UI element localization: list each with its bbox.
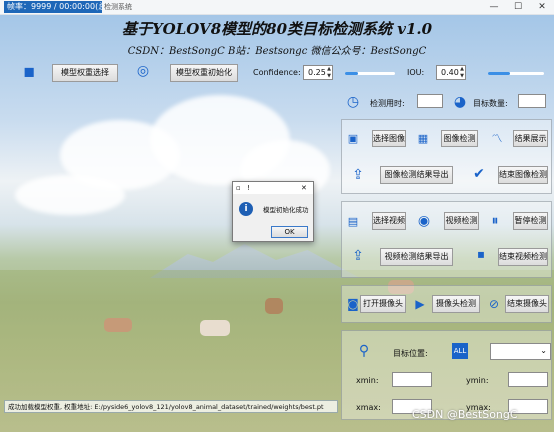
iou-spinbox[interactable]: 0.40 ▲ ▼: [436, 65, 466, 80]
target-select-dropdown[interactable]: ⌄: [490, 343, 551, 360]
info-icon: i: [239, 202, 253, 216]
iou-value: 0.40: [441, 68, 459, 77]
iou-label: IOU:: [407, 68, 425, 77]
xmax-label: xmax:: [356, 403, 381, 412]
message-dialog: ▫ ! ✕ i 模型初始化成功 OK: [232, 181, 314, 242]
export-video-button[interactable]: 视频检测结果导出: [380, 248, 453, 266]
location-pin-icon: ⚲: [358, 343, 370, 359]
page-subtitle: CSDN：BestSongC B站：Bestsongc 微信公众号：BestSo…: [127, 46, 427, 57]
page-title: 基于YOLOV8模型的80类目标检测系统 v1.0: [121, 20, 433, 38]
fps-indicator: 帧率：9999 / 00:00:00(总): [4, 1, 102, 13]
minimize-button[interactable]: —: [482, 0, 506, 14]
close-window-button[interactable]: ✕: [530, 0, 554, 14]
spin-arrows-icon[interactable]: ▲ ▼: [327, 66, 331, 80]
target-count-field: [518, 94, 546, 108]
dialog-close-button[interactable]: ✕: [301, 182, 307, 194]
confidence-slider[interactable]: [345, 72, 395, 75]
stop-circle-icon: ⏹: [477, 247, 485, 263]
watermark: CSDN @BestSongC: [412, 408, 518, 421]
confidence-spinbox[interactable]: 0.25 ▲ ▼: [303, 65, 333, 80]
target-icon: ◎: [136, 63, 150, 79]
target-count-label: 目标数量:: [473, 99, 508, 108]
open-camera-button[interactable]: 打开摄像头: [360, 295, 406, 313]
select-image-button[interactable]: 选择图像: [372, 130, 406, 147]
gallery-icon: ▦: [417, 132, 429, 145]
confidence-label: Confidence:: [253, 68, 301, 77]
webcam-icon: ◉: [417, 213, 431, 229]
confidence-slider-fill: [345, 72, 358, 75]
end-camera-button[interactable]: 结束摄像头: [505, 295, 549, 313]
export-image-button[interactable]: 图像检测结果导出: [380, 166, 453, 184]
camera-icon: ◙: [347, 297, 359, 311]
cow-figure: [104, 318, 132, 332]
xmin-label: xmin:: [356, 376, 379, 385]
camera-detect-button[interactable]: 摄像头检测: [432, 295, 480, 313]
end-image-button[interactable]: 结束图像检测: [498, 166, 548, 184]
upload-icon: ⇪: [352, 167, 364, 183]
cube-icon: ◼: [23, 64, 35, 80]
show-result-button[interactable]: 结果展示: [513, 130, 548, 147]
xmin-field: [392, 372, 432, 387]
spin-arrows-icon[interactable]: ▲ ▼: [460, 66, 464, 80]
window-title: 检测系统: [104, 3, 132, 11]
detect-time-field: [417, 94, 443, 108]
detect-image-button[interactable]: 图像检测: [441, 130, 478, 147]
cow-figure: [200, 320, 230, 336]
dialog-app-icon: ▫: [236, 184, 241, 192]
chart-line-icon: 〽: [491, 132, 503, 145]
end-video-button[interactable]: 结束视频检测: [498, 248, 548, 266]
image-icon: ▣: [347, 132, 359, 145]
select-video-button[interactable]: 选择视频: [372, 212, 406, 230]
iou-slider[interactable]: [488, 72, 544, 75]
cloud: [15, 175, 125, 215]
dialog-message: 模型初始化成功: [263, 206, 309, 214]
ymin-label: ymin:: [466, 376, 489, 385]
confidence-value: 0.25: [308, 68, 326, 77]
ymin-field: [508, 372, 548, 387]
iou-slider-fill: [488, 72, 511, 75]
all-badge-icon: ALL: [452, 343, 468, 359]
cow-figure: [265, 298, 283, 314]
pause-detect-button[interactable]: 暂停检测: [513, 212, 548, 230]
detect-time-label: 检测用时:: [370, 99, 405, 108]
dialog-title: !: [247, 184, 250, 192]
upload-icon: ⇪: [352, 248, 364, 264]
dialog-titlebar: ▫ ! ✕: [233, 182, 313, 194]
pie-chart-icon: ◕: [453, 94, 467, 110]
video-file-icon: ▤: [347, 215, 359, 228]
select-weights-button[interactable]: 模型权重选择: [52, 64, 118, 82]
clock-icon: ◷: [346, 94, 360, 110]
check-circle-icon: ✔: [473, 166, 485, 182]
window-titlebar: 帧率：9999 / 00:00:00(总) 检测系统 — ☐ ✕: [0, 0, 554, 15]
status-bar: 成功加载模型权重, 权重地址: E:/pyside6_yolov8_121/yo…: [4, 400, 338, 413]
maximize-button[interactable]: ☐: [506, 0, 530, 14]
pause-icon: ⏸: [491, 213, 499, 229]
target-position-label: 目标位置:: [393, 349, 428, 358]
detect-video-button[interactable]: 视频检测: [444, 212, 479, 230]
camera-off-icon: ⊘: [488, 297, 500, 311]
chevron-down-icon: ⌄: [540, 346, 547, 355]
init-weights-button[interactable]: 模型权重初始化: [170, 64, 238, 82]
dialog-ok-button[interactable]: OK: [271, 226, 308, 238]
video-camera-icon: ▶: [415, 297, 425, 311]
